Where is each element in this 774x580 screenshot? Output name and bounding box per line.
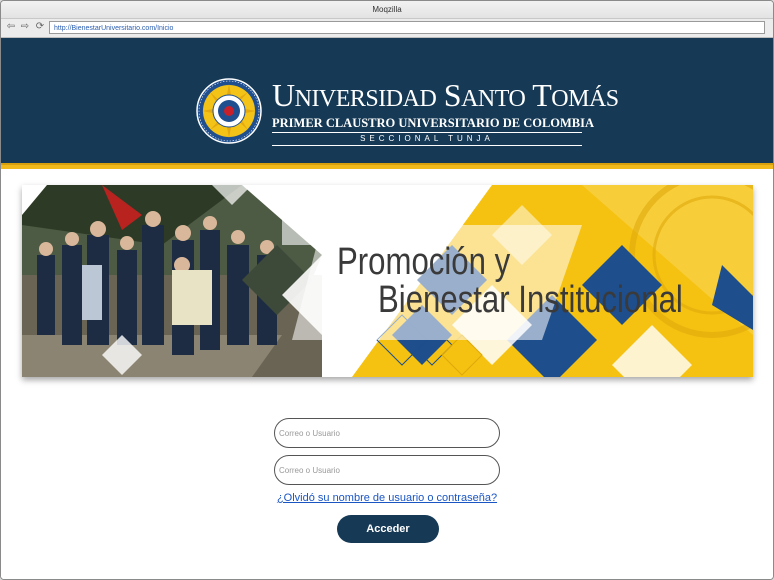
password-input[interactable] xyxy=(274,455,500,485)
hero-banner: Promoción y Bienestar Institucional xyxy=(22,185,753,377)
header-stripe xyxy=(1,163,773,169)
brand-text: UNIVERSIDAD SANTO TOMÁS PRIMER CLAUSTRO … xyxy=(272,77,619,146)
forgot-credentials-link[interactable]: ¿Olvidó su nombre de usuario o contraseñ… xyxy=(274,492,500,504)
reload-icon[interactable]: ⟳ xyxy=(34,21,46,33)
banner-title: Promoción y Bienestar Institucional xyxy=(337,243,683,319)
banner-title-line1: Promoción y xyxy=(337,241,511,283)
brand-name: UNIVERSIDAD SANTO TOMÁS xyxy=(272,77,619,113)
forward-arrow-icon[interactable]: ⇨ xyxy=(19,21,31,33)
brand-subtitle: PRIMER CLAUSTRO UNIVERSITARIO DE COLOMBI… xyxy=(272,116,594,133)
window-title: Moqzilla xyxy=(1,1,773,19)
address-bar[interactable]: http://BienestarUniversitario.com/Inicio xyxy=(49,21,765,34)
login-form: ¿Olvidó su nombre de usuario o contraseñ… xyxy=(274,418,502,543)
browser-window: Moqzilla ⇦ ⇨ ⟳ http://BienestarUniversit… xyxy=(0,0,774,580)
page-content: UNIVERSIDAD SANTO TOMÁS PRIMER CLAUSTRO … xyxy=(1,38,773,579)
back-arrow-icon[interactable]: ⇦ xyxy=(5,21,17,33)
browser-toolbar: ⇦ ⇨ ⟳ http://BienestarUniversitario.com/… xyxy=(1,19,773,38)
university-seal-icon xyxy=(196,78,262,144)
login-submit-button[interactable]: Acceder xyxy=(337,515,439,543)
banner-title-line2: Bienestar Institucional xyxy=(378,279,683,321)
brand-seccional: SECCIONAL TUNJA xyxy=(272,133,582,146)
username-input[interactable] xyxy=(274,418,500,448)
site-header: UNIVERSIDAD SANTO TOMÁS PRIMER CLAUSTRO … xyxy=(1,38,773,163)
